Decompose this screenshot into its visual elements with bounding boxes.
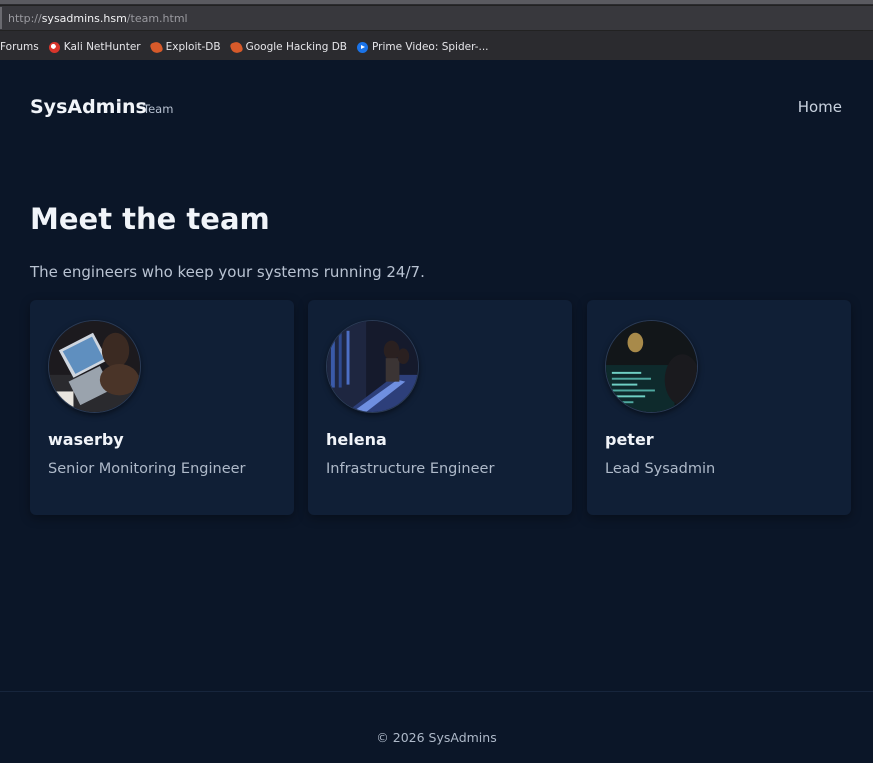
prime-video-icon [357,41,368,53]
team-grid: waserby Senior Monitoring Engineer helen… [30,300,851,515]
team-card: peter Lead Sysadmin [587,300,851,515]
bookmark-label: Exploit-DB [165,41,221,53]
bookmarks-bar: Forums Kali NetHunter Exploit-DB Google … [0,36,873,58]
address-bar[interactable]: http://sysadmins.hsm/team.html [0,5,873,31]
member-name: peter [605,430,654,449]
member-name: waserby [48,430,124,449]
team-card: helena Infrastructure Engineer [308,300,572,515]
bookmark-kali-nethunter[interactable]: Kali NetHunter [48,41,141,53]
brand-logo[interactable]: SysAdmins [30,96,147,118]
exploit-db-icon [149,39,164,55]
url-protocol: http:// [8,11,42,25]
kali-dragon-icon [48,41,60,53]
url-host: sysadmins.hsm [41,11,127,25]
tab-strip [0,0,873,4]
avatar-photo-laptop [49,321,140,412]
browser-chrome: http://sysadmins.hsm/team.html Forums Ka… [0,0,873,60]
avatar-photo-terminal [606,321,697,412]
page-title: Meet the team [30,202,270,236]
member-role: Lead Sysadmin [605,461,716,477]
avatar [605,320,698,413]
bookmark-forums[interactable]: Forums [0,41,39,53]
page-subtitle: The engineers who keep your systems runn… [30,263,425,281]
avatar-photo-server-room [327,321,418,412]
nav-home-link[interactable]: Home [798,98,842,116]
bookmark-google-hacking-db[interactable]: Google Hacking DB [229,39,347,55]
member-name: helena [326,430,387,449]
bookmark-exploit-db[interactable]: Exploit-DB [149,39,221,55]
address-bar-edge [0,7,2,29]
navbar: SysAdmins Team Home [30,96,843,126]
url-path: /team.html [126,11,188,25]
footer-divider [0,691,873,692]
bookmark-label: Google Hacking DB [245,41,347,53]
avatar [48,320,141,413]
bookmark-prime-video[interactable]: Prime Video: Spider-... [357,41,489,53]
team-card: waserby Senior Monitoring Engineer [30,300,294,515]
bookmark-label: Kali NetHunter [63,41,141,53]
member-role: Infrastructure Engineer [326,461,495,477]
member-role: Senior Monitoring Engineer [48,461,246,477]
avatar [326,320,419,413]
page: SysAdmins Team Home Meet the team The en… [0,60,873,763]
brand-subtitle: Team [143,102,174,116]
footer-copyright: © 2026 SysAdmins [376,730,497,745]
ghdb-icon [229,39,244,55]
bookmark-label: Forums [0,41,39,53]
bookmark-label: Prime Video: Spider-... [372,41,489,53]
